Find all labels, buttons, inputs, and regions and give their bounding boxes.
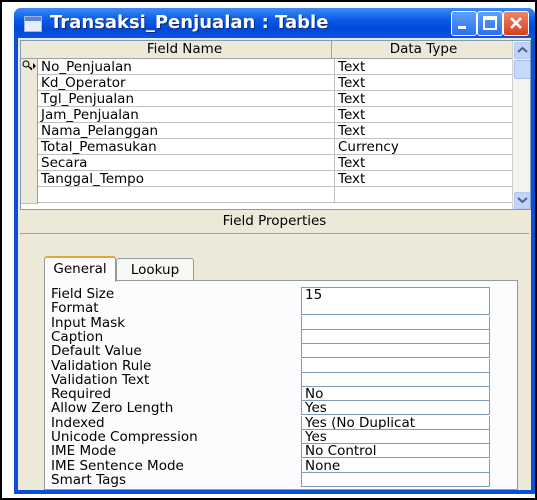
data-type-cell[interactable]: Text xyxy=(335,123,512,139)
row-selector[interactable] xyxy=(21,171,38,188)
field-row[interactable]: Tanggal_Tempo Text xyxy=(21,171,512,188)
field-name-cell[interactable]: Secara xyxy=(38,155,335,171)
field-name-cell[interactable]: No_Penjualan xyxy=(38,59,335,75)
divider xyxy=(20,233,529,234)
minimize-icon xyxy=(458,26,466,29)
data-type-cell[interactable]: Text xyxy=(335,59,512,75)
grid-header: Field Name Data Type xyxy=(21,41,512,59)
row-selector[interactable] xyxy=(21,155,38,172)
field-row[interactable]: Jam_Penjualan Text xyxy=(21,107,512,124)
field-row[interactable]: Kd_Operator Text xyxy=(21,75,512,92)
data-type-cell[interactable]: Currency xyxy=(335,139,512,155)
row-selector[interactable] xyxy=(21,59,38,76)
field-name-cell[interactable]: Kd_Operator xyxy=(38,75,335,91)
tab-general[interactable]: General xyxy=(44,256,116,282)
field-row[interactable]: Tgl_Penjualan Text xyxy=(21,91,512,108)
field-name-cell[interactable]: Nama_Pelanggan xyxy=(38,123,335,139)
scroll-up-button[interactable] xyxy=(514,42,530,59)
field-row-empty[interactable] xyxy=(21,187,512,204)
vertical-scrollbar[interactable] xyxy=(512,41,530,209)
row-selector[interactable] xyxy=(21,91,38,108)
field-row[interactable]: Nama_Pelanggan Text xyxy=(21,123,512,140)
field-grid: Field Name Data Type No_Penjualan Text K… xyxy=(20,40,531,210)
maximize-icon xyxy=(483,16,497,30)
panel-bottom-spacer xyxy=(44,488,516,490)
field-name-header[interactable]: Field Name xyxy=(38,41,332,58)
row-selector[interactable] xyxy=(21,139,38,156)
minimize-button[interactable] xyxy=(451,11,477,36)
field-row[interactable]: Total_Pemasukan Currency xyxy=(21,139,512,156)
field-name-cell[interactable] xyxy=(38,187,335,203)
scroll-down-button[interactable] xyxy=(514,192,530,209)
data-type-cell[interactable]: Text xyxy=(335,75,512,91)
row-selector[interactable] xyxy=(21,107,38,124)
field-name-cell[interactable]: Jam_Penjualan xyxy=(38,107,335,123)
close-button[interactable] xyxy=(503,11,529,36)
close-icon xyxy=(510,17,522,29)
scroll-thumb[interactable] xyxy=(514,60,530,79)
field-name-cell[interactable]: Tanggal_Tempo xyxy=(38,171,335,187)
property-rows-overflow xyxy=(42,278,514,488)
data-type-cell[interactable]: Text xyxy=(335,91,512,107)
field-properties-label: Field Properties xyxy=(222,213,327,229)
table-icon xyxy=(24,16,42,32)
data-type-cell[interactable]: Text xyxy=(335,155,512,171)
title-bar[interactable]: Transaksi_Penjualan : Table xyxy=(14,8,535,38)
data-type-header[interactable]: Data Type xyxy=(335,41,512,58)
data-type-cell[interactable] xyxy=(335,187,512,203)
row-selector[interactable] xyxy=(21,75,38,92)
data-type-cell[interactable]: Text xyxy=(335,171,512,187)
scroll-down-arrow-icon xyxy=(517,197,528,204)
maximize-button[interactable] xyxy=(477,11,503,36)
data-type-cell[interactable]: Text xyxy=(335,107,512,123)
field-name-cell[interactable]: Total_Pemasukan xyxy=(38,139,335,155)
primary-key-icon xyxy=(22,60,36,71)
window-title: Transaksi_Penjualan : Table xyxy=(50,12,329,33)
field-row[interactable]: Secara Text xyxy=(21,155,512,172)
scroll-up-arrow-icon xyxy=(517,46,528,53)
row-selector[interactable] xyxy=(21,187,38,204)
field-row[interactable]: No_Penjualan Text xyxy=(21,59,512,76)
row-selector[interactable] xyxy=(21,123,38,140)
field-name-cell[interactable]: Tgl_Penjualan xyxy=(38,91,335,107)
